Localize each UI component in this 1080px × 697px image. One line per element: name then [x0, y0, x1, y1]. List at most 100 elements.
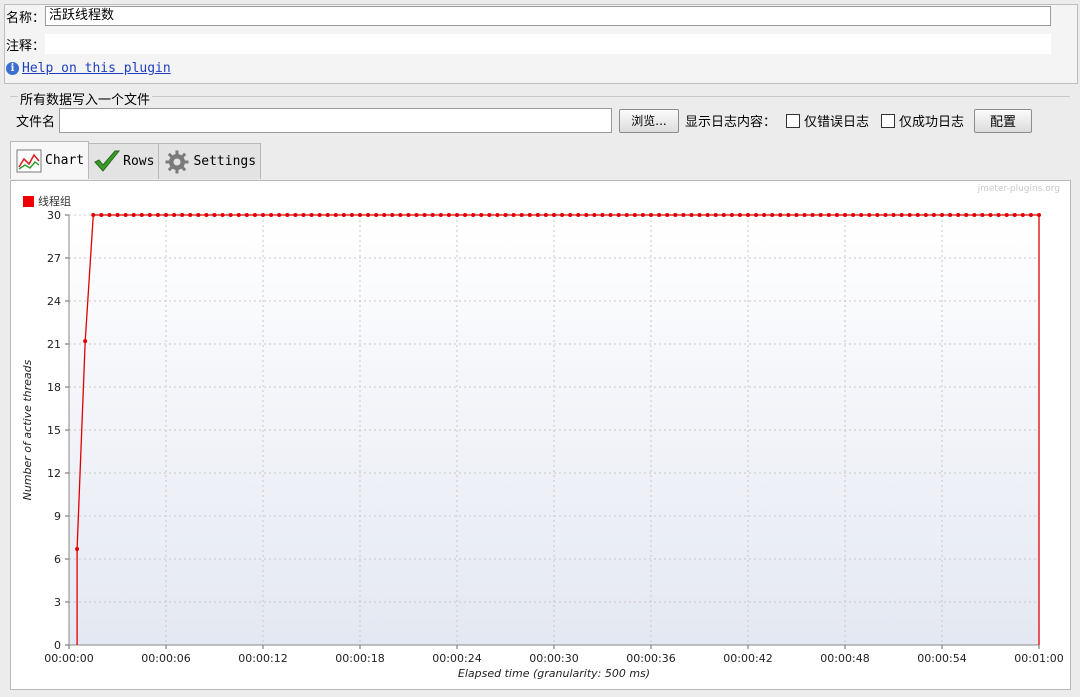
- tab-chart[interactable]: Chart: [10, 141, 90, 179]
- data-point: [956, 213, 961, 217]
- data-point: [576, 213, 581, 217]
- active-threads-chart: 0 3 6 9 12 15 18 21 24 27 30 00:00:00 00:00:06 00:00:…: [21, 209, 1064, 680]
- file-group-title: 所有数据写入一个文件: [18, 89, 153, 108]
- data-point: [511, 213, 516, 217]
- data-point: [632, 213, 637, 217]
- data-point: [624, 213, 629, 217]
- data-point: [422, 213, 427, 217]
- tab-rows-label: Rows: [123, 154, 155, 169]
- data-point: [269, 213, 274, 217]
- data-point: [309, 213, 314, 217]
- success-only-label: 仅成功日志: [899, 115, 965, 130]
- browse-button[interactable]: 浏览...: [619, 108, 680, 133]
- y-tick-label: 18: [47, 381, 61, 394]
- data-point: [333, 213, 338, 217]
- comment-row: 注释：: [6, 34, 1052, 54]
- data-point: [366, 213, 371, 217]
- data-point: [980, 213, 985, 217]
- success-only-checkbox[interactable]: [881, 113, 896, 128]
- tab-settings-label: Settings: [193, 154, 257, 169]
- x-tick-label: 00:00:12: [238, 652, 287, 665]
- y-tick-label: 30: [47, 209, 61, 222]
- x-tick-label: 00:01:00: [1014, 652, 1063, 665]
- data-point: [131, 213, 136, 217]
- data-point: [737, 213, 742, 217]
- data-point: [1004, 213, 1009, 217]
- filename-input[interactable]: [59, 108, 613, 133]
- data-point: [543, 213, 548, 217]
- errors-only-label: 仅错误日志: [804, 115, 870, 130]
- data-point: [794, 213, 799, 217]
- data-point: [697, 213, 702, 217]
- tab-bar: Chart Rows Settings: [10, 141, 262, 179]
- x-tick-label: 00:00:06: [141, 652, 190, 665]
- data-point: [414, 213, 419, 217]
- data-point: [277, 213, 282, 217]
- data-point: [358, 213, 362, 217]
- data-point: [560, 213, 565, 217]
- data-point: [964, 213, 969, 217]
- chart-icon: [15, 148, 43, 174]
- data-point: [988, 213, 993, 217]
- comment-field[interactable]: [45, 34, 1052, 54]
- data-point: [649, 213, 653, 217]
- data-point: [931, 213, 936, 217]
- data-point: [382, 213, 387, 217]
- data-point: [349, 213, 354, 217]
- x-tick-label: 00:00:18: [335, 652, 384, 665]
- y-axis-label: Number of active threads: [21, 359, 34, 500]
- tab-settings[interactable]: Settings: [158, 143, 262, 179]
- data-point: [236, 213, 241, 217]
- data-point: [762, 213, 767, 217]
- data-point: [972, 213, 977, 217]
- data-point: [374, 213, 379, 217]
- x-axis-label: Elapsed time (granularity: 500 ms): [458, 667, 650, 680]
- data-point: [640, 213, 645, 217]
- data-point: [616, 213, 621, 217]
- x-tick-label: 00:00:30: [529, 652, 578, 665]
- data-point: [915, 213, 920, 217]
- data-point: [164, 213, 168, 217]
- data-point: [867, 213, 872, 217]
- data-point: [479, 213, 484, 217]
- gear-icon: [163, 149, 191, 175]
- data-point: [487, 213, 492, 217]
- data-point: [818, 213, 823, 217]
- errors-only-checkbox[interactable]: [786, 113, 801, 128]
- name-field[interactable]: 活跃线程数: [45, 6, 1052, 26]
- data-point: [729, 213, 734, 217]
- data-point: [859, 213, 864, 217]
- x-tick-label: 00:00:36: [626, 652, 675, 665]
- configure-button[interactable]: 配置: [974, 108, 1033, 133]
- data-point: [843, 213, 847, 217]
- data-point: [705, 213, 710, 217]
- data-point: [1012, 213, 1017, 217]
- tab-rows[interactable]: Rows: [88, 143, 160, 179]
- data-point: [406, 213, 411, 217]
- name-row: 名称： 活跃线程数: [6, 6, 1052, 26]
- info-icon: i: [6, 62, 19, 75]
- data-point: [721, 213, 726, 217]
- data-point: [204, 213, 209, 217]
- data-point: [147, 213, 152, 217]
- x-tick-label: 00:00:48: [820, 652, 869, 665]
- y-tick-label: 27: [47, 252, 61, 265]
- data-point: [471, 213, 476, 217]
- data-point: [83, 339, 88, 344]
- data-point: [1028, 213, 1033, 217]
- data-point: [851, 213, 856, 217]
- data-point: [519, 213, 524, 217]
- data-point: [673, 213, 678, 217]
- filename-label: 文件名: [16, 115, 56, 130]
- data-point: [535, 213, 540, 217]
- data-point: [244, 213, 249, 217]
- x-tick-label: 00:00:00: [44, 652, 93, 665]
- y-tick-label: 3: [54, 596, 61, 609]
- help-link[interactable]: Help on this plugin: [22, 61, 171, 76]
- checkmark-icon: [93, 149, 121, 175]
- legend-swatch: [23, 195, 34, 207]
- data-point: [923, 213, 928, 217]
- data-point: [220, 213, 225, 217]
- data-point: [455, 213, 459, 217]
- data-point: [180, 213, 185, 217]
